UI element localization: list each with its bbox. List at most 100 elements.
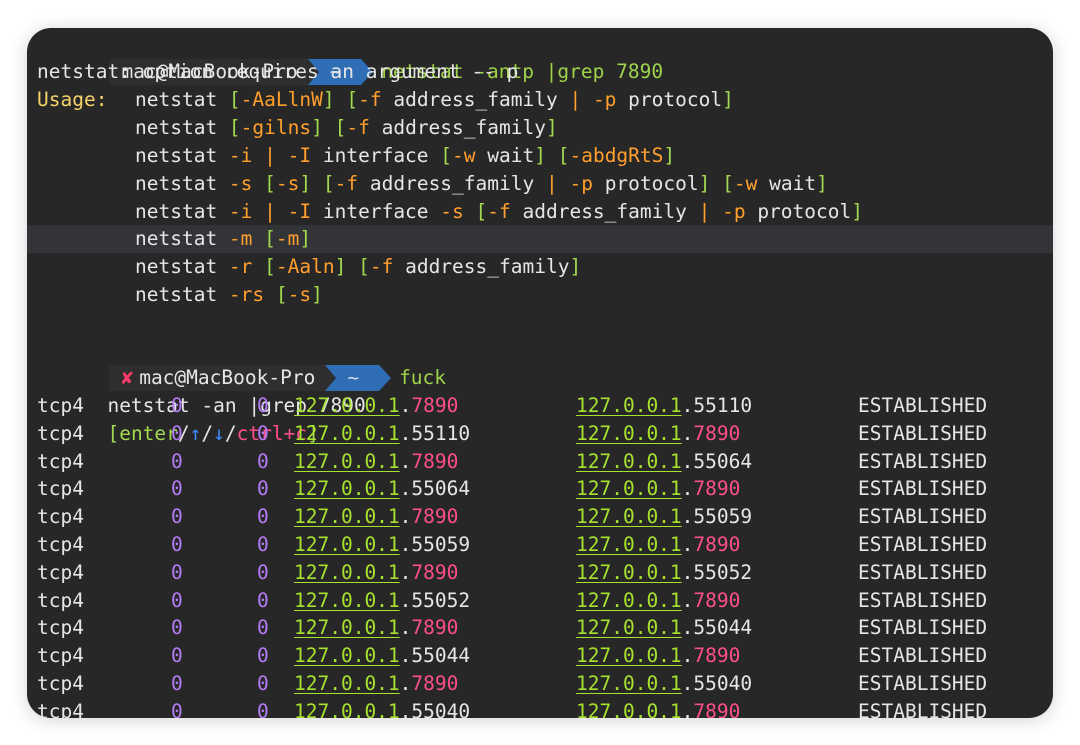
foreign-port: 55044 [693, 616, 753, 640]
terminal-window[interactable]: mac@MacBook-Pro ~ netstat -antp |grep 7890… [27, 28, 1053, 718]
send-q-cell: 0 [257, 449, 269, 473]
foreign-ip: 127.0.0.1 [576, 560, 682, 584]
recv-q-cell: 0 [171, 449, 183, 473]
local-address[interactable]: 127.0.0.1.7890 [294, 670, 458, 698]
local-port: 7890 [411, 560, 459, 584]
recv-q-cell: 0 [171, 394, 183, 417]
local-port: 55040 [411, 699, 471, 718]
proto-cell: tcp4 [37, 560, 84, 584]
foreign-address[interactable]: 127.0.0.1.55052 [576, 559, 752, 587]
state-cell: ESTABLISHED [858, 699, 988, 718]
recv-q-cell: 0 [171, 644, 183, 668]
local-address[interactable]: 127.0.0.1.7890 [294, 448, 458, 476]
local-ip: 127.0.0.1 [294, 560, 400, 584]
foreign-address[interactable]: 127.0.0.1.7890 [576, 531, 740, 559]
state-cell: ESTABLISHED [858, 477, 988, 501]
local-address[interactable]: 127.0.0.1.55044 [294, 642, 470, 670]
local-address[interactable]: 127.0.0.1.7890 [294, 614, 458, 642]
foreign-ip: 127.0.0.1 [576, 533, 682, 556]
foreign-address[interactable]: 127.0.0.1.7890 [576, 698, 740, 718]
usage-text-1: netstat [-gilns] [-f address_family] [135, 116, 558, 139]
table-row: tcp4 0 0 127.0.0.1.55064 127.0.0.1.7890 ESTAB… [27, 475, 1053, 503]
local-port: 7890 [411, 394, 459, 417]
usage-text-4: netstat -i | -I interface -s [-f address… [135, 200, 863, 223]
local-port: 55044 [411, 644, 471, 668]
usage-text-6: netstat -r [-Aaln] [-f address_family] [135, 255, 582, 278]
foreign-address[interactable]: 127.0.0.1.7890 [576, 420, 740, 448]
foreign-ip: 127.0.0.1 [576, 449, 682, 473]
table-row: tcp4 0 0 127.0.0.1.7890 127.0.0.1.55044 ESTAB… [27, 614, 1053, 642]
send-q-cell: 0 [257, 394, 269, 417]
proto-cell: tcp4 [37, 672, 84, 695]
local-address[interactable]: 127.0.0.1.7890 [294, 503, 458, 531]
proto-cell: tcp4 [37, 477, 84, 501]
local-address[interactable]: 127.0.0.1.55064 [294, 475, 470, 503]
local-ip: 127.0.0.1 [294, 699, 400, 718]
foreign-port: 7890 [693, 588, 741, 612]
local-ip: 127.0.0.1 [294, 394, 400, 417]
recv-q-cell: 0 [171, 672, 183, 695]
send-q-cell: 0 [257, 505, 269, 529]
usage-line-7: netstat -rs [-s] [27, 281, 1053, 309]
state-cell: ESTABLISHED [858, 644, 988, 668]
state-cell: ESTABLISHED [858, 672, 988, 695]
foreign-address[interactable]: 127.0.0.1.55064 [576, 448, 752, 476]
foreign-ip: 127.0.0.1 [576, 588, 682, 612]
send-q-cell: 0 [257, 560, 269, 584]
foreign-address[interactable]: 127.0.0.1.7890 [576, 587, 740, 615]
table-row: tcp4 0 0 127.0.0.1.55110 127.0.0.1.7890 ESTAB… [27, 420, 1053, 448]
foreign-ip: 127.0.0.1 [576, 421, 682, 445]
foreign-port: 55064 [693, 449, 753, 473]
proto-cell: tcp4 [37, 699, 84, 718]
recv-q-cell: 0 [171, 533, 183, 556]
local-ip: 127.0.0.1 [294, 421, 400, 445]
foreign-port: 55059 [693, 505, 753, 529]
recv-q-cell: 0 [171, 699, 183, 718]
local-ip: 127.0.0.1 [294, 672, 400, 695]
foreign-port: 7890 [693, 477, 741, 501]
local-address[interactable]: 127.0.0.1.55059 [294, 531, 470, 559]
proto-cell: tcp4 [37, 644, 84, 668]
recv-q-cell: 0 [171, 588, 183, 612]
local-port: 55059 [411, 533, 471, 556]
local-ip: 127.0.0.1 [294, 616, 400, 640]
foreign-ip: 127.0.0.1 [576, 672, 682, 695]
local-address[interactable]: 127.0.0.1.55052 [294, 587, 470, 615]
local-port: 7890 [411, 616, 459, 640]
recv-q-cell: 0 [171, 505, 183, 529]
local-address[interactable]: 127.0.0.1.55040 [294, 698, 470, 718]
foreign-address[interactable]: 127.0.0.1.55044 [576, 614, 752, 642]
table-row: tcp4 0 0 127.0.0.1.7890 127.0.0.1.55040 ESTAB… [27, 670, 1053, 698]
proto-cell: tcp4 [37, 505, 84, 529]
recv-q-cell: 0 [171, 477, 183, 501]
local-ip: 127.0.0.1 [294, 644, 400, 668]
local-address[interactable]: 127.0.0.1.7890 [294, 392, 458, 420]
local-address[interactable]: 127.0.0.1.7890 [294, 559, 458, 587]
foreign-address[interactable]: 127.0.0.1.55040 [576, 670, 752, 698]
local-port: 55064 [411, 477, 471, 501]
recv-q-cell: 0 [171, 560, 183, 584]
send-q-cell: 0 [257, 672, 269, 695]
local-address[interactable]: 127.0.0.1.55110 [294, 420, 470, 448]
local-port: 7890 [411, 505, 459, 529]
usage-text-3: netstat -s [-s] [-f address_family | -p … [135, 172, 828, 195]
foreign-address[interactable]: 127.0.0.1.7890 [576, 475, 740, 503]
suggestion-line[interactable]: netstat -an |grep 7890 [enter/↑/↓/ctrl+c… [27, 364, 1053, 445]
send-q-cell: 0 [257, 477, 269, 501]
foreign-port: 7890 [693, 533, 741, 556]
usage-line-5-highlighted: netstat -m [-m] [27, 225, 1053, 253]
foreign-address[interactable]: 127.0.0.1.55059 [576, 503, 752, 531]
foreign-port: 7890 [693, 421, 741, 445]
state-cell: ESTABLISHED [858, 394, 988, 417]
error-text: netstat: option requires an argument -- … [37, 60, 519, 83]
foreign-address[interactable]: 127.0.0.1.7890 [576, 642, 740, 670]
prompt-line-1: mac@MacBook-Pro ~ netstat -antp |grep 7890 [27, 30, 1053, 85]
foreign-address[interactable]: 127.0.0.1.55110 [576, 392, 752, 420]
recv-q-cell: 0 [171, 616, 183, 640]
state-cell: ESTABLISHED [858, 449, 988, 473]
recv-q-cell: 0 [171, 421, 183, 445]
usage-line-3: netstat -s [-s] [-f address_family | -p … [27, 170, 1053, 198]
proto-cell: tcp4 [37, 394, 84, 417]
state-cell: ESTABLISHED [858, 421, 988, 445]
local-port: 7890 [411, 672, 459, 695]
